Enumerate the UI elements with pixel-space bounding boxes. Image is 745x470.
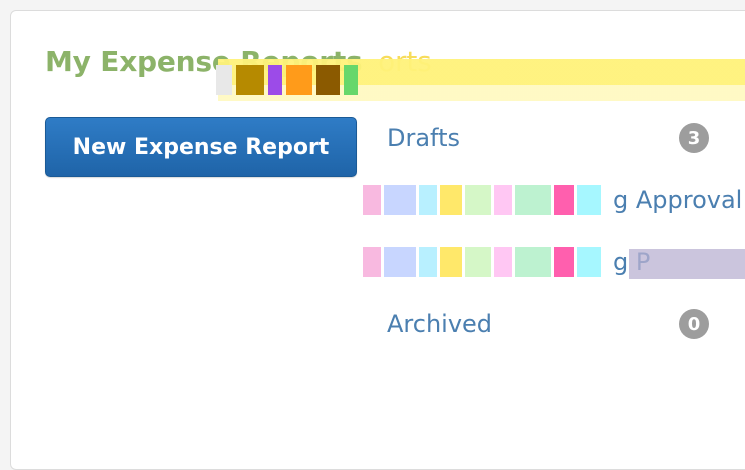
glitch-block	[344, 65, 358, 95]
glitch-block	[268, 65, 282, 95]
glitch-block	[286, 65, 312, 95]
glitch-block	[316, 65, 340, 95]
glitch-block	[236, 65, 264, 95]
new-expense-report-label: New Expense Report	[72, 134, 330, 160]
count-badge: 3	[679, 123, 709, 153]
menu-item-archived[interactable]: Archived 0	[387, 293, 745, 355]
count-badge: 0	[679, 309, 709, 339]
glitch-block	[216, 65, 232, 95]
expense-reports-panel: My Expense Reports orts New Expense Repo…	[10, 10, 745, 470]
menu-item-pending-payment[interactable]: g P	[363, 231, 745, 293]
menu-item-pending-approval[interactable]: g Approval	[363, 169, 745, 231]
menu-item-label: Drafts	[387, 124, 460, 152]
report-status-menu: Drafts 3 g Approval g P Archived 0	[363, 107, 745, 355]
menu-item-label: Archived	[387, 310, 493, 338]
new-expense-report-button[interactable]: New Expense Report	[45, 117, 357, 177]
menu-item-drafts[interactable]: Drafts 3	[387, 107, 745, 169]
glitch-tail	[629, 249, 745, 279]
glitch-row	[363, 183, 693, 217]
title-glitch-blocks	[216, 59, 426, 101]
